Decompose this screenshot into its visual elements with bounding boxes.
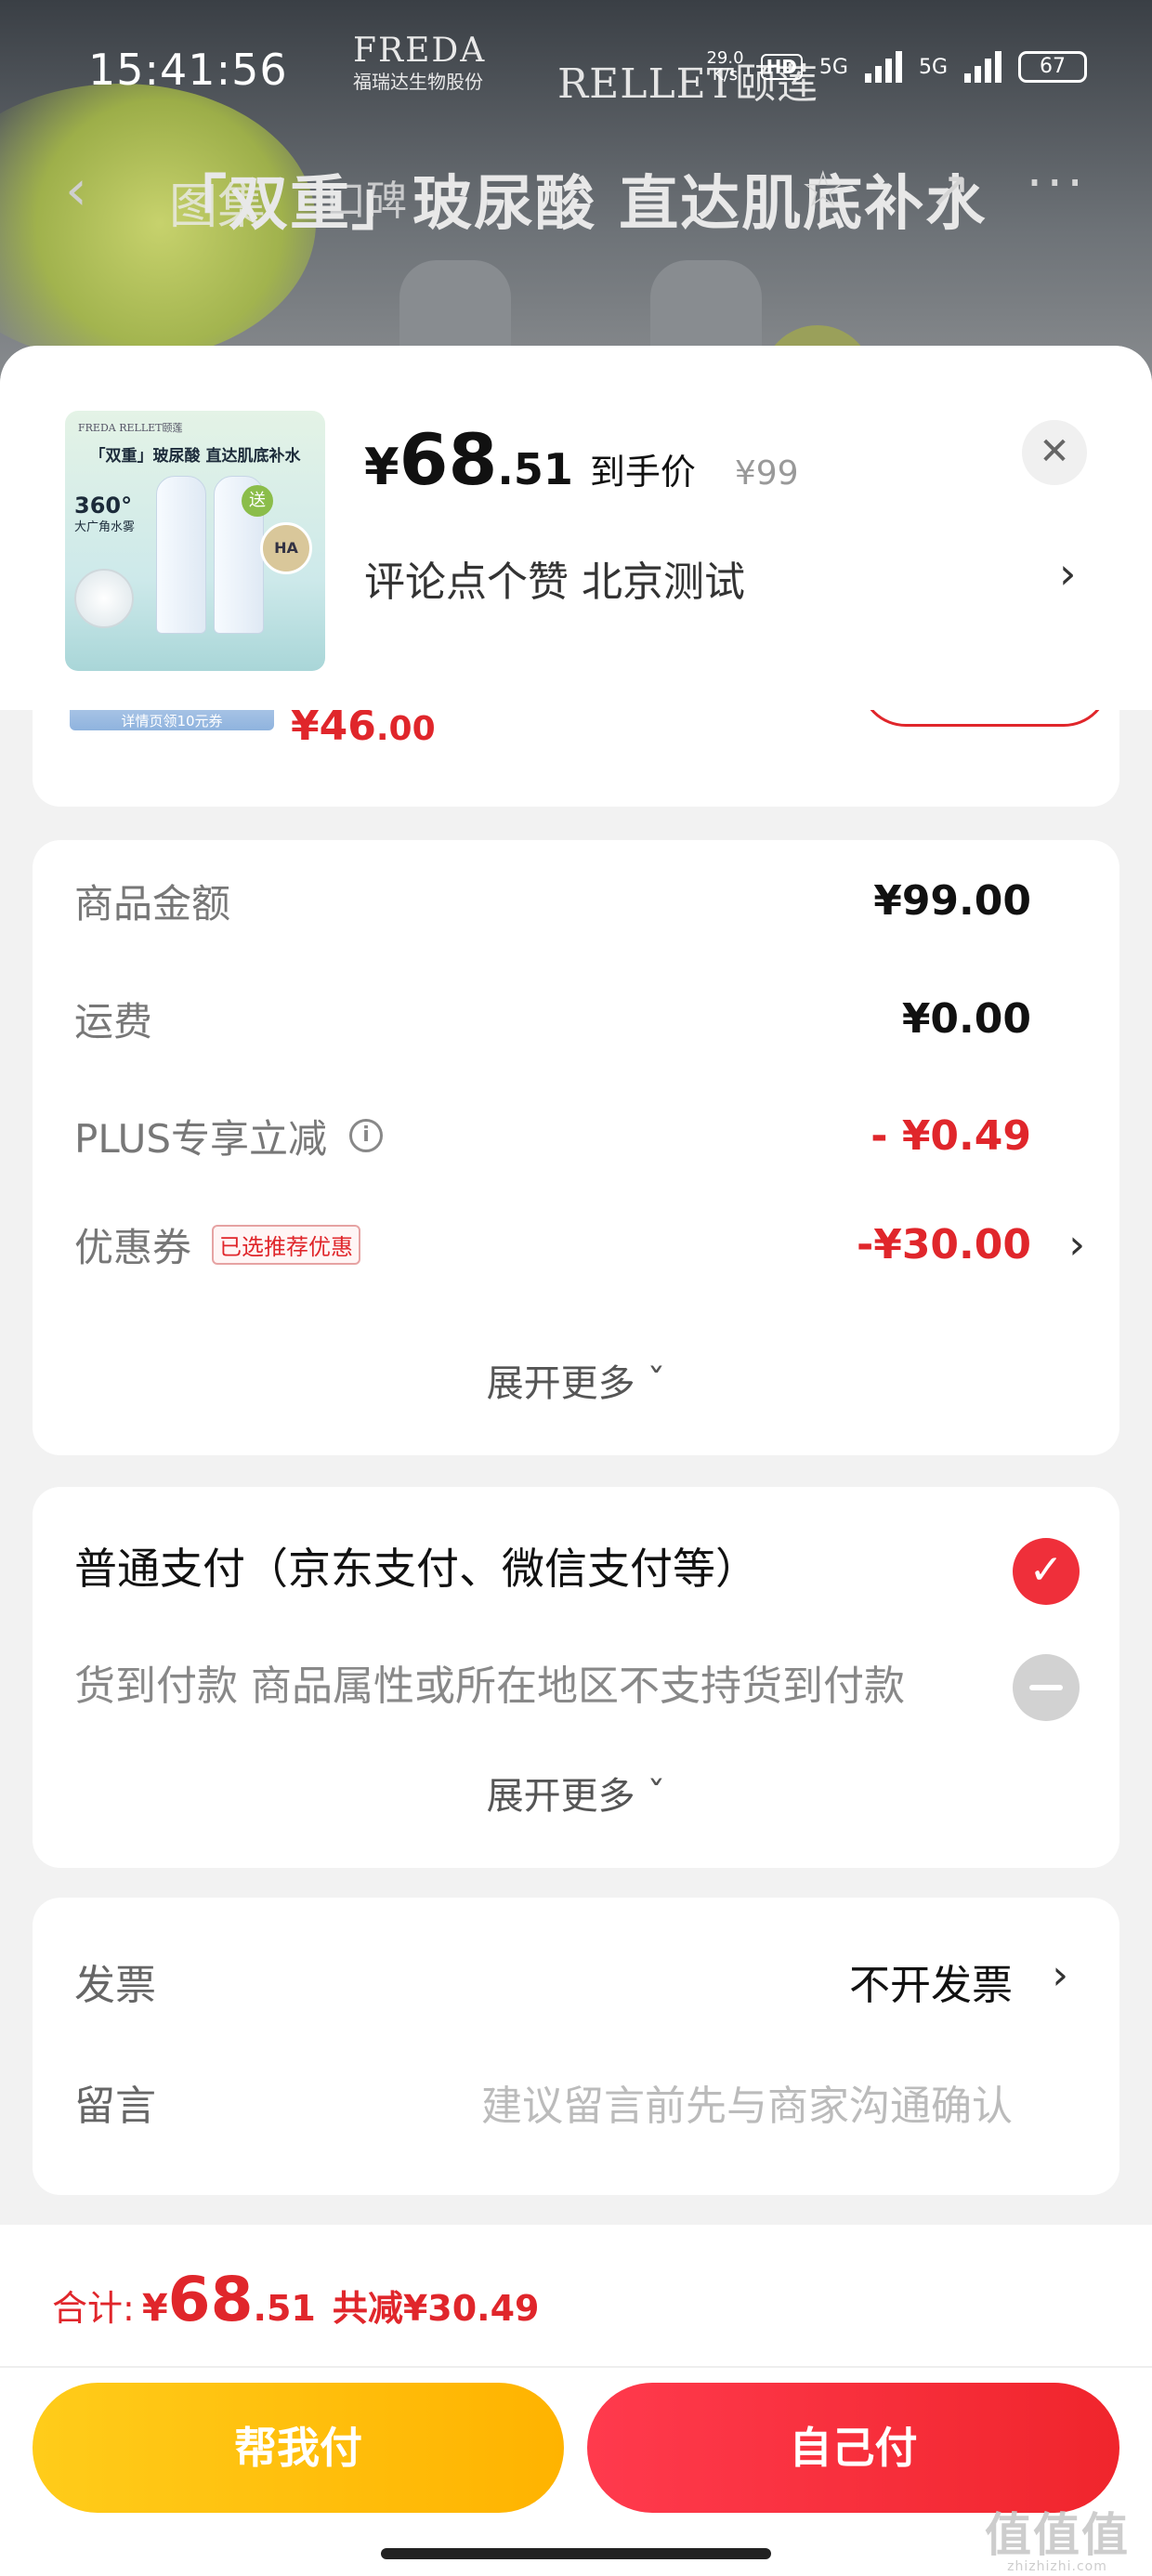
thumb-degree-value: 360° — [74, 493, 133, 519]
info-icon[interactable]: i — [349, 1119, 384, 1152]
shipping-row: 运费 ¥0.00 — [74, 991, 1031, 1046]
chevron-right-icon[interactable]: › — [1052, 1952, 1068, 1999]
coupon-value: -¥30.00 — [856, 1220, 1031, 1268]
battery-icon: 67 — [1018, 51, 1087, 83]
share-icon[interactable]: ↗ — [929, 160, 971, 218]
product-navbar: ‹ 图集 口碑 「双重」玻尿酸 直达肌底补水 ☆ ↗ ··· — [0, 139, 1152, 242]
payment-method-card: 普通支付（京东支付、微信支付等） ✓ 货到付款 商品属性或所在地区不支持货到付款… — [33, 1487, 1119, 1868]
thumb-cotton-pad — [74, 569, 134, 628]
product-thumbnail: FREDA RELLET颐莲 「双重」玻尿酸 直达肌底补水 360° 大广角水雾… — [65, 411, 325, 671]
brand-logo-text: FREDA — [353, 32, 487, 70]
invoice-row[interactable]: 发票 不开发票 › — [74, 1952, 1078, 2017]
price-integer: 68 — [399, 418, 498, 501]
thumb-degree: 360° 大广角水雾 — [74, 494, 135, 539]
recommend-price-decimal: .00 — [375, 710, 436, 748]
total-line: 合计: ¥ 68 .51 共减¥30.49 — [52, 2264, 539, 2335]
total-integer: 68 — [167, 2264, 254, 2335]
hd-icon: HD — [760, 54, 803, 80]
shipping-label: 运费 — [74, 998, 153, 1045]
price-label: 到手价 — [589, 452, 696, 493]
back-icon[interactable]: ‹ — [65, 158, 87, 223]
status-brand-overlay: FREDA 福瑞达生物股份 — [353, 32, 487, 94]
background-product-page: 15:41:56 FREDA 福瑞达生物股份 RELLET颐莲 29.0 K/s… — [0, 0, 1152, 390]
status-time: 15:41:56 — [88, 45, 288, 95]
coupon-row[interactable]: 优惠券 已选推荐优惠 -¥30.00 › — [74, 1216, 1085, 1272]
net-speed-unit: K/s — [712, 65, 739, 85]
payment-normal-option[interactable]: 普通支付（京东支付、微信支付等） — [74, 1535, 758, 1597]
price-currency: ¥ — [364, 438, 399, 496]
expand-more-payment[interactable]: 展开更多 ˇ — [33, 1766, 1119, 1820]
total-decimal: .51 — [253, 2288, 316, 2329]
product-summary-header: FREDA RELLET颐莲 「双重」玻尿酸 直达肌底补水 360° 大广角水雾… — [0, 346, 1152, 710]
final-price: ¥ 68 .51 到手价 ¥99 — [364, 418, 799, 501]
thumb-bottle — [156, 476, 206, 634]
thumb-title: 「双重」玻尿酸 直达肌底补水 — [89, 447, 301, 466]
goods-amount-row: 商品金额 ¥99.00 — [74, 873, 1031, 928]
signal-5g-label: 5G — [918, 55, 948, 79]
chevron-right-icon[interactable]: › — [1068, 1221, 1085, 1268]
thumb-degree-sub: 大广角水雾 — [74, 520, 136, 534]
message-label: 留言 — [74, 2083, 156, 2130]
price-decimal: .51 — [497, 444, 573, 494]
more-icon[interactable]: ··· — [1027, 153, 1087, 214]
status-icons: 29.0 K/s HD 5G 5G 67 — [706, 50, 1087, 84]
check-icon[interactable]: ✓ — [1013, 1538, 1080, 1605]
site-watermark: 值值值 zhizhizhi.com — [985, 2498, 1130, 2574]
disabled-icon — [1013, 1654, 1080, 1721]
expand-more-amounts[interactable]: 展开更多 ˇ — [33, 1353, 1119, 1407]
selected-spec-note[interactable]: 评论点个赞 北京测试 — [364, 548, 745, 608]
thumb-gift-badge: 送 — [242, 485, 273, 517]
favorite-icon[interactable]: ☆ — [801, 160, 845, 218]
total-saved: 共减¥30.49 — [332, 2288, 540, 2329]
signal-5g-label: 5G — [818, 55, 848, 79]
message-input[interactable]: 建议留言前先与商家沟通确认 — [481, 2072, 1013, 2132]
network-speed: 29.0 K/s — [706, 50, 743, 84]
invoice-label: 发票 — [74, 1962, 156, 2009]
shipping-value: ¥0.00 — [901, 994, 1031, 1043]
plus-discount-row: PLUS专享立减 i - ¥0.49 — [74, 1108, 1031, 1163]
original-price: ¥99 — [734, 454, 799, 493]
signal-bars-icon — [964, 51, 1001, 83]
signal-bars-icon — [864, 51, 902, 83]
total-currency: ¥ — [141, 2287, 168, 2330]
help-pay-button[interactable]: 帮我付 — [33, 2383, 564, 2513]
payment-cod-option: 货到付款 商品属性或所在地区不支持货到付款 — [74, 1663, 905, 1710]
coupon-label: 优惠券 — [74, 1224, 192, 1270]
plus-discount-value: - ¥0.49 — [871, 1111, 1031, 1160]
status-bar: 15:41:56 FREDA 福瑞达生物股份 RELLET颐莲 29.0 K/s… — [88, 32, 1087, 108]
plus-discount-label: PLUS专享立减 — [74, 1115, 328, 1162]
brand-cn-text: 福瑞达生物股份 — [353, 71, 483, 93]
coupon-recommend-tag: 已选推荐优惠 — [212, 1224, 361, 1265]
message-row[interactable]: 留言 建议留言前先与商家沟通确认 — [74, 2072, 1078, 2137]
goods-amount-label: 商品金额 — [74, 880, 231, 927]
thumb-logo: FREDA RELLET颐莲 — [78, 422, 183, 434]
watermark-text: 值值值 — [985, 2508, 1130, 2562]
invoice-value: 不开发票 — [849, 1962, 1013, 2009]
thumb-ha-seal: HA — [260, 522, 312, 574]
checkout-footer: 合计: ¥ 68 .51 共减¥30.49 帮我付 自己付 值值值 zhizhi… — [0, 2225, 1152, 2576]
self-pay-button[interactable]: 自己付 — [587, 2383, 1119, 2513]
goods-amount-value: ¥99.00 — [873, 876, 1031, 925]
footer-divider — [0, 2366, 1152, 2368]
product-banner-title: 「双重」玻尿酸 直达肌底补水 — [167, 170, 988, 239]
total-label: 合计: — [52, 2288, 135, 2329]
home-indicator[interactable] — [381, 2548, 771, 2559]
chevron-right-icon[interactable]: › — [1059, 548, 1076, 598]
close-icon[interactable]: ✕ — [1022, 420, 1087, 485]
amount-breakdown-card: 商品金额 ¥99.00 运费 ¥0.00 PLUS专享立减 i - ¥0.49 … — [33, 840, 1119, 1455]
invoice-message-card: 发票 不开发票 › 留言 建议留言前先与商家沟通确认 — [33, 1898, 1119, 2195]
